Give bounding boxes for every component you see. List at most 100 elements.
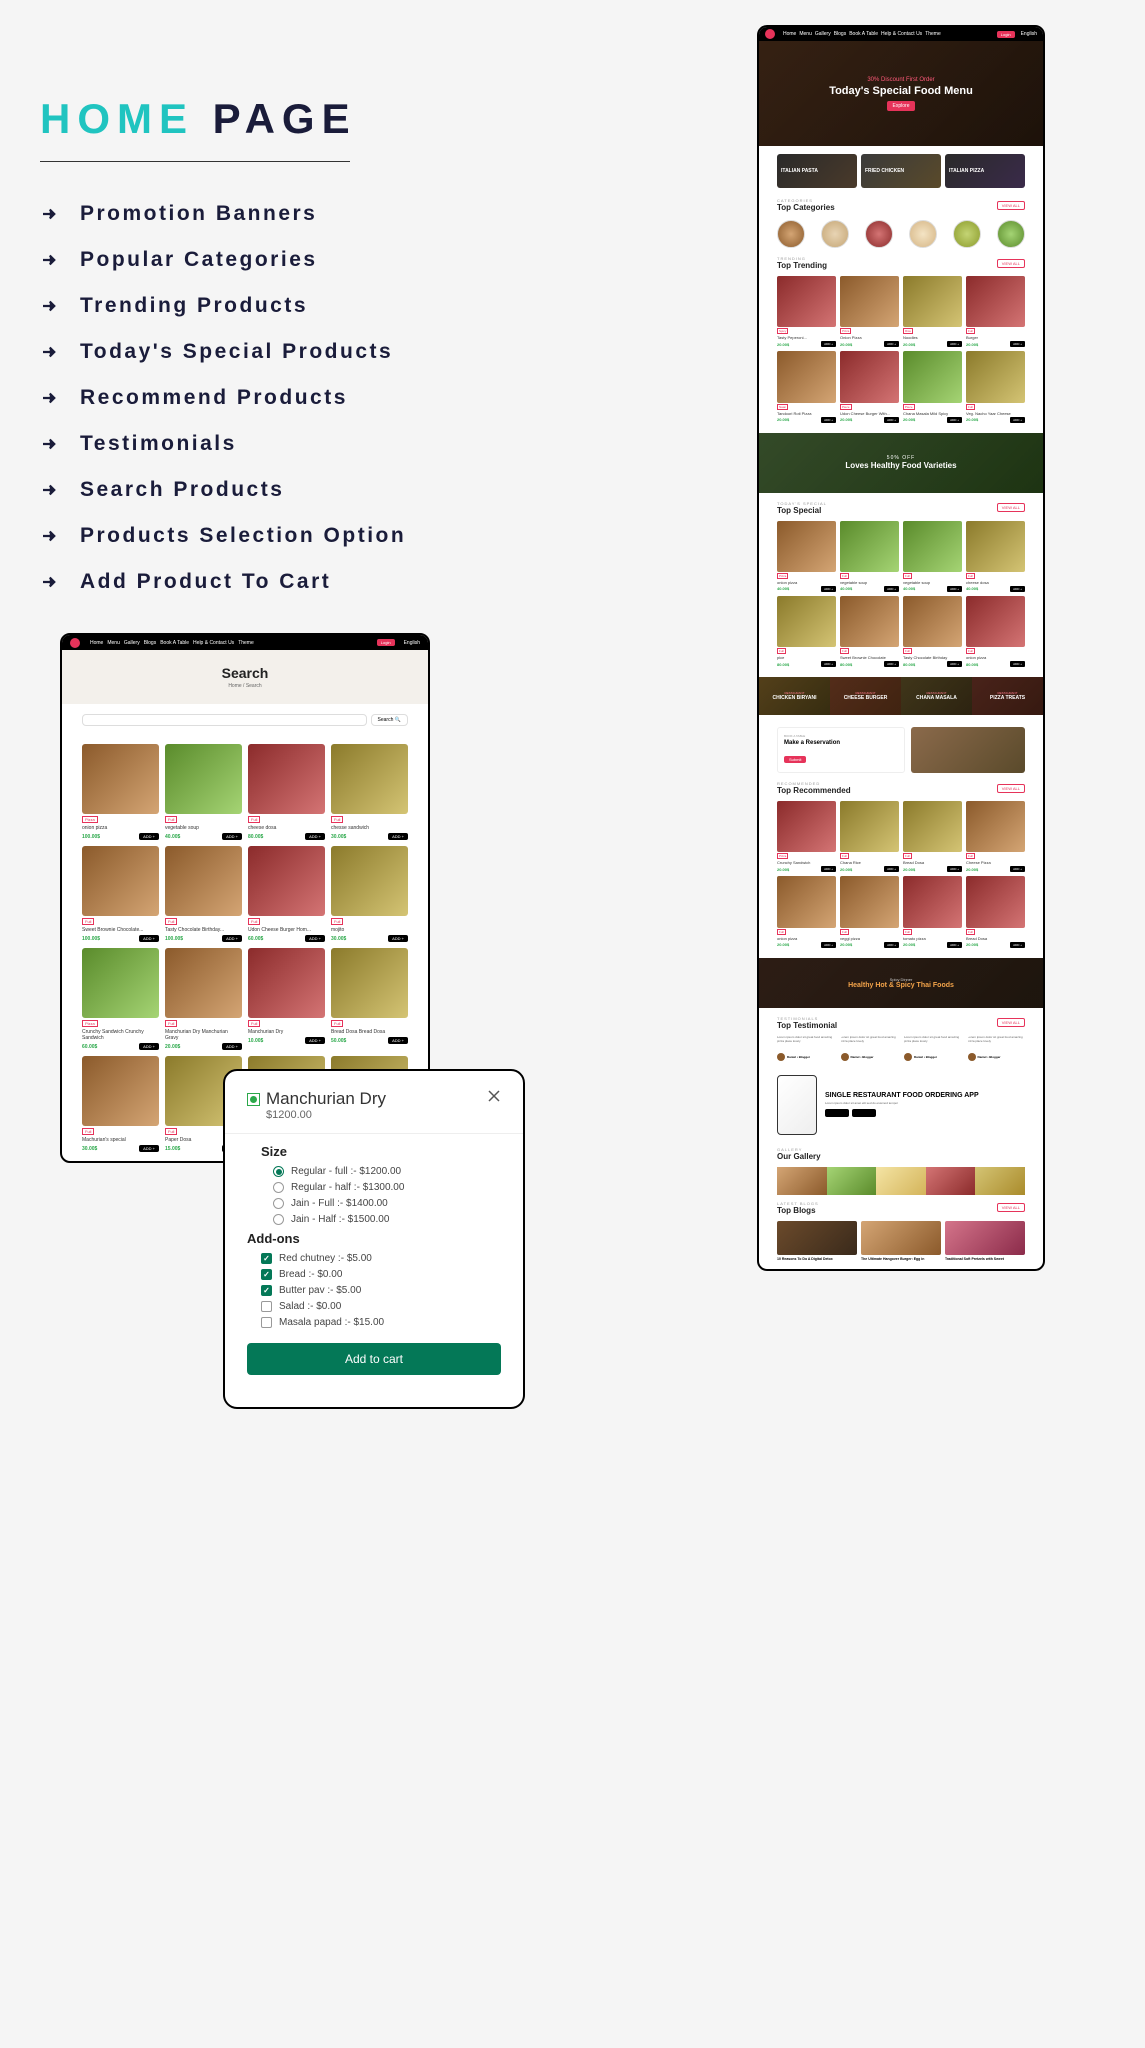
- addon-option[interactable]: Salad :- $0.00: [261, 1301, 501, 1312]
- nav-item[interactable]: Gallery: [124, 640, 140, 646]
- product-card[interactable]: Fullonion pizza80.00$ADD +: [966, 596, 1025, 667]
- promo-card[interactable]: RESTAURANTCHEESE BURGER: [830, 677, 901, 715]
- product-card[interactable]: Fullchesse sandwich30.00$ADD +: [331, 744, 408, 840]
- add-button[interactable]: ADD +: [884, 417, 899, 423]
- app-store-badge[interactable]: [852, 1109, 876, 1117]
- size-option[interactable]: Jain - Full :- $1400.00: [273, 1198, 501, 1209]
- promo-card[interactable]: RESTAURANTCHICKEN BIRYANI: [759, 677, 830, 715]
- hero-button[interactable]: Explore: [887, 101, 916, 111]
- nav-item[interactable]: Theme: [238, 640, 254, 646]
- product-card[interactable]: FullTasty Chocolate Birthday...100.00$AD…: [165, 846, 242, 942]
- product-card[interactable]: FullBurger20.00$ADD +: [966, 276, 1025, 347]
- nav-item[interactable]: Home: [90, 640, 103, 646]
- product-card[interactable]: Fullmojito30.00$ADD +: [331, 846, 408, 942]
- size-option[interactable]: Jain - Half :- $1500.00: [273, 1214, 501, 1225]
- search-input[interactable]: [82, 714, 367, 726]
- add-button[interactable]: ADD +: [947, 661, 962, 667]
- view-all-button[interactable]: VIEW ALL: [997, 1018, 1025, 1027]
- add-button[interactable]: ADD +: [884, 586, 899, 592]
- add-button[interactable]: ADD +: [821, 661, 836, 667]
- add-button[interactable]: ADD +: [1010, 942, 1025, 948]
- close-icon[interactable]: [487, 1089, 501, 1103]
- view-all-button[interactable]: VIEW ALL: [997, 1203, 1025, 1212]
- category-item[interactable]: [865, 220, 893, 248]
- product-card[interactable]: Fullvegetable soup40.00$ADD +: [903, 521, 962, 592]
- nav-item[interactable]: Home: [783, 31, 796, 37]
- product-card[interactable]: Pizzaonion pizza100.00$ADD +: [82, 744, 159, 840]
- category-item[interactable]: [777, 220, 805, 248]
- product-card[interactable]: FullSweet Brownie Chocolate80.00$ADD +: [840, 596, 899, 667]
- addon-option[interactable]: Red chutney :- $5.00: [261, 1253, 501, 1264]
- home-login-badge[interactable]: Login: [997, 31, 1015, 38]
- add-button[interactable]: ADD +: [884, 866, 899, 872]
- add-button[interactable]: ADD +: [305, 935, 325, 942]
- promo-card[interactable]: ITALIAN PIZZA: [945, 154, 1025, 188]
- add-button[interactable]: ADD +: [305, 833, 325, 840]
- product-card[interactable]: FullSweet Brownie Chocolate...100.00$ADD…: [82, 846, 159, 942]
- add-button[interactable]: ADD +: [947, 417, 962, 423]
- addon-option[interactable]: Butter pav :- $5.00: [261, 1285, 501, 1296]
- blog-card[interactable]: Traditional Soft Pretzels with Sweet: [945, 1221, 1025, 1261]
- add-button[interactable]: ADD +: [388, 833, 408, 840]
- product-card[interactable]: FullTasty Chocolate Birthday80.00$ADD +: [903, 596, 962, 667]
- add-button[interactable]: ADD +: [139, 1145, 159, 1152]
- product-card[interactable]: Fulltomato pizza20.00$ADD +: [903, 876, 962, 947]
- add-button[interactable]: ADD +: [947, 866, 962, 872]
- category-item[interactable]: [953, 220, 981, 248]
- gallery-image[interactable]: [975, 1167, 1025, 1195]
- category-item[interactable]: [909, 220, 937, 248]
- add-button[interactable]: ADD +: [821, 942, 836, 948]
- blog-card[interactable]: The Ultimate Hangover Burger: Egg in: [861, 1221, 941, 1261]
- product-card[interactable]: FullChana Rice20.00$ADD +: [840, 801, 899, 872]
- nav-item[interactable]: Book A Table: [160, 640, 189, 646]
- product-card[interactable]: PizzaCrunchy Sandwich Crunchy Sandwich60…: [82, 948, 159, 1050]
- nav-item[interactable]: Blogs: [144, 640, 157, 646]
- add-button[interactable]: ADD +: [222, 833, 242, 840]
- product-card[interactable]: FullManchurian Dry10.00$ADD +: [248, 948, 325, 1050]
- add-button[interactable]: ADD +: [222, 1043, 242, 1050]
- product-card[interactable]: Fullpice80.00$ADD +: [777, 596, 836, 667]
- lang-selector[interactable]: English: [404, 640, 420, 646]
- product-card[interactable]: Fullcheese dosa80.00$ADD +: [248, 744, 325, 840]
- add-button[interactable]: ADD +: [388, 935, 408, 942]
- gallery-image[interactable]: [926, 1167, 976, 1195]
- add-button[interactable]: ADD +: [947, 341, 962, 347]
- view-all-button[interactable]: VIEW ALL: [997, 784, 1025, 793]
- google-play-badge[interactable]: [825, 1109, 849, 1117]
- search-button[interactable]: Search 🔍: [371, 714, 408, 726]
- product-card[interactable]: FullMachurian's special30.00$ADD +: [82, 1056, 159, 1152]
- add-button[interactable]: ADD +: [821, 586, 836, 592]
- add-button[interactable]: ADD +: [821, 341, 836, 347]
- addon-option[interactable]: Masala papad :- $15.00: [261, 1317, 501, 1328]
- gallery-image[interactable]: [827, 1167, 877, 1195]
- product-card[interactable]: NaanTandoori Roti Pizza20.00$ADD +: [777, 351, 836, 422]
- add-button[interactable]: ADD +: [947, 942, 962, 948]
- add-button[interactable]: ADD +: [139, 935, 159, 942]
- add-button[interactable]: ADD +: [1010, 586, 1025, 592]
- login-badge[interactable]: Login: [377, 639, 395, 646]
- product-card[interactable]: RiceNoodles20.00$ADD +: [903, 276, 962, 347]
- product-card[interactable]: Fullcheese dosa40.00$ADD +: [966, 521, 1025, 592]
- product-card[interactable]: FullManchurian Dry Manchurian Gravy20.00…: [165, 948, 242, 1050]
- add-button[interactable]: ADD +: [1010, 417, 1025, 423]
- promo-card[interactable]: RESTAURANTCHANA MASALA: [901, 677, 972, 715]
- add-button[interactable]: ADD +: [884, 661, 899, 667]
- promo-card[interactable]: ITALIAN PASTA: [777, 154, 857, 188]
- product-card[interactable]: Fullvegetable soup40.00$ADD +: [840, 521, 899, 592]
- product-card[interactable]: Fullveggi pizza20.00$ADD +: [840, 876, 899, 947]
- add-button[interactable]: ADD +: [884, 942, 899, 948]
- size-option[interactable]: Regular - full :- $1200.00: [273, 1166, 501, 1177]
- add-button[interactable]: ADD +: [884, 341, 899, 347]
- add-button[interactable]: ADD +: [1010, 866, 1025, 872]
- nav-item[interactable]: Theme: [925, 31, 941, 37]
- home-lang[interactable]: English: [1021, 31, 1037, 37]
- add-button[interactable]: ADD +: [947, 586, 962, 592]
- view-all-button[interactable]: VIEW ALL: [997, 503, 1025, 512]
- nav-item[interactable]: Help & Contact Us: [193, 640, 234, 646]
- add-button[interactable]: ADD +: [1010, 341, 1025, 347]
- add-button[interactable]: ADD +: [388, 1037, 408, 1044]
- category-item[interactable]: [821, 220, 849, 248]
- add-button[interactable]: ADD +: [821, 417, 836, 423]
- nav-item[interactable]: Book A Table: [849, 31, 878, 37]
- product-card[interactable]: PieceChana Masala Mild Spicy20.00$ADD +: [903, 351, 962, 422]
